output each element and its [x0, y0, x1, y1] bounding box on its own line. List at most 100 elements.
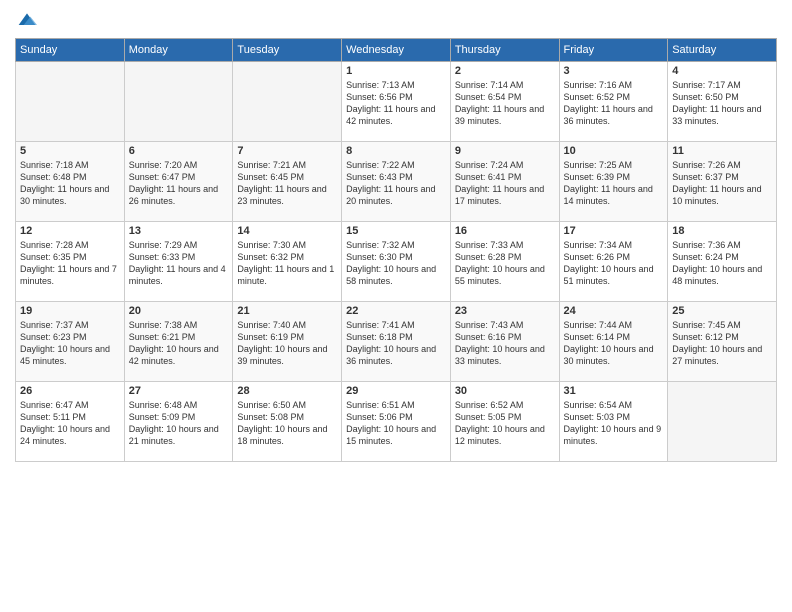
day-info: Sunrise: 7:37 AMSunset: 6:23 PMDaylight:…	[20, 319, 120, 368]
calendar-cell: 6 Sunrise: 7:20 AMSunset: 6:47 PMDaylight…	[124, 142, 233, 222]
calendar-cell: 23Sunrise: 7:43 AMSunset: 6:16 PMDayligh…	[450, 302, 559, 382]
day-info: Sunrise: 7:18 AMSunset: 6:48 PMDaylight:…	[20, 159, 120, 208]
day-number: 3	[564, 65, 664, 77]
day-number: 11	[672, 145, 772, 157]
day-info: Sunrise: 7:17 AMSunset: 6:50 PMDaylight:…	[672, 79, 772, 128]
day-number: 8	[346, 145, 446, 157]
logo-icon	[17, 10, 37, 30]
day-number: 29	[346, 385, 446, 397]
day-number: 2	[455, 65, 555, 77]
day-number: 20	[129, 305, 229, 317]
day-number: 23	[455, 305, 555, 317]
day-info: Sunrise: 7:22 AMSunset: 6:43 PMDaylight:…	[346, 159, 446, 208]
day-info: Sunrise: 6:54 AMSunset: 5:03 PMDaylight:…	[564, 399, 664, 448]
calendar-cell: 13 Sunrise: 7:29 AMSunset: 6:33 PMDayligh…	[124, 222, 233, 302]
calendar-cell: 8 Sunrise: 7:22 AMSunset: 6:43 PMDaylight…	[342, 142, 451, 222]
calendar-cell: 4Sunrise: 7:17 AMSunset: 6:50 PMDaylight…	[668, 62, 777, 142]
day-number: 9	[455, 145, 555, 157]
calendar-cell: 18 Sunrise: 7:36 AMSunset: 6:24 PMDayligh…	[668, 222, 777, 302]
day-number: 10	[564, 145, 664, 157]
calendar-cell: 15 Sunrise: 7:32 AMSunset: 6:30 PMDayligh…	[342, 222, 451, 302]
page: SundayMondayTuesdayWednesdayThursdayFrid…	[0, 0, 792, 612]
weekday-header-thursday: Thursday	[450, 39, 559, 62]
day-number: 17	[564, 225, 664, 237]
day-number: 24	[564, 305, 664, 317]
calendar-cell: 5 Sunrise: 7:18 AMSunset: 6:48 PMDaylight…	[16, 142, 125, 222]
calendar-cell: 10Sunrise: 7:25 AMSunset: 6:39 PMDayligh…	[559, 142, 668, 222]
calendar: SundayMondayTuesdayWednesdayThursdayFrid…	[15, 38, 777, 462]
day-number: 16	[455, 225, 555, 237]
day-info: Sunrise: 7:41 AMSunset: 6:18 PMDaylight:…	[346, 319, 446, 368]
calendar-cell: 16 Sunrise: 7:33 AMSunset: 6:28 PMDayligh…	[450, 222, 559, 302]
calendar-cell: 21 Sunrise: 7:40 AMSunset: 6:19 PMDayligh…	[233, 302, 342, 382]
calendar-cell: 26 Sunrise: 6:47 AMSunset: 5:11 PMDayligh…	[16, 382, 125, 462]
calendar-cell: 11 Sunrise: 7:26 AMSunset: 6:37 PMDayligh…	[668, 142, 777, 222]
day-number: 27	[129, 385, 229, 397]
day-info: Sunrise: 7:32 AMSunset: 6:30 PMDaylight:…	[346, 239, 446, 288]
day-number: 19	[20, 305, 120, 317]
calendar-cell: 19 Sunrise: 7:37 AMSunset: 6:23 PMDayligh…	[16, 302, 125, 382]
weekday-header-saturday: Saturday	[668, 39, 777, 62]
weekday-header-monday: Monday	[124, 39, 233, 62]
day-number: 15	[346, 225, 446, 237]
day-number: 12	[20, 225, 120, 237]
day-info: Sunrise: 7:33 AMSunset: 6:28 PMDaylight:…	[455, 239, 555, 288]
calendar-cell: 9 Sunrise: 7:24 AMSunset: 6:41 PMDaylight…	[450, 142, 559, 222]
calendar-cell: 17 Sunrise: 7:34 AMSunset: 6:26 PMDayligh…	[559, 222, 668, 302]
day-number: 28	[237, 385, 337, 397]
day-number: 6	[129, 145, 229, 157]
day-number: 30	[455, 385, 555, 397]
day-number: 13	[129, 225, 229, 237]
logo	[15, 10, 37, 30]
day-info: Sunrise: 7:38 AMSunset: 6:21 PMDaylight:…	[129, 319, 229, 368]
day-info: Sunrise: 7:20 AMSunset: 6:47 PMDaylight:…	[129, 159, 229, 208]
day-info: Sunrise: 7:24 AMSunset: 6:41 PMDaylight:…	[455, 159, 555, 208]
weekday-header-row: SundayMondayTuesdayWednesdayThursdayFrid…	[16, 39, 777, 62]
day-info: Sunrise: 7:34 AMSunset: 6:26 PMDaylight:…	[564, 239, 664, 288]
day-info: Sunrise: 6:48 AMSunset: 5:09 PMDaylight:…	[129, 399, 229, 448]
calendar-cell: 22 Sunrise: 7:41 AMSunset: 6:18 PMDayligh…	[342, 302, 451, 382]
day-info: Sunrise: 7:26 AMSunset: 6:37 PMDaylight:…	[672, 159, 772, 208]
day-number: 14	[237, 225, 337, 237]
week-row-5: 26 Sunrise: 6:47 AMSunset: 5:11 PMDayligh…	[16, 382, 777, 462]
day-info: Sunrise: 7:36 AMSunset: 6:24 PMDaylight:…	[672, 239, 772, 288]
day-info: Sunrise: 7:14 AMSunset: 6:54 PMDaylight:…	[455, 79, 555, 128]
day-number: 1	[346, 65, 446, 77]
day-info: Sunrise: 7:30 AMSunset: 6:32 PMDaylight:…	[237, 239, 337, 288]
day-info: Sunrise: 7:29 AMSunset: 6:33 PMDaylight:…	[129, 239, 229, 288]
week-row-4: 19 Sunrise: 7:37 AMSunset: 6:23 PMDayligh…	[16, 302, 777, 382]
day-number: 18	[672, 225, 772, 237]
calendar-cell: 28 Sunrise: 6:50 AMSunset: 5:08 PMDayligh…	[233, 382, 342, 462]
day-info: Sunrise: 6:51 AMSunset: 5:06 PMDaylight:…	[346, 399, 446, 448]
day-number: 7	[237, 145, 337, 157]
day-number: 22	[346, 305, 446, 317]
day-info: Sunrise: 6:47 AMSunset: 5:11 PMDaylight:…	[20, 399, 120, 448]
calendar-cell: 20 Sunrise: 7:38 AMSunset: 6:21 PMDayligh…	[124, 302, 233, 382]
calendar-cell: 1Sunrise: 7:13 AMSunset: 6:56 PMDaylight…	[342, 62, 451, 142]
week-row-1: 1Sunrise: 7:13 AMSunset: 6:56 PMDaylight…	[16, 62, 777, 142]
weekday-header-sunday: Sunday	[16, 39, 125, 62]
week-row-2: 5 Sunrise: 7:18 AMSunset: 6:48 PMDaylight…	[16, 142, 777, 222]
calendar-cell: 29 Sunrise: 6:51 AMSunset: 5:06 PMDayligh…	[342, 382, 451, 462]
calendar-cell: 12Sunrise: 7:28 AMSunset: 6:35 PMDayligh…	[16, 222, 125, 302]
day-info: Sunrise: 7:45 AMSunset: 6:12 PMDaylight:…	[672, 319, 772, 368]
day-info: Sunrise: 6:50 AMSunset: 5:08 PMDaylight:…	[237, 399, 337, 448]
calendar-cell: 7 Sunrise: 7:21 AMSunset: 6:45 PMDaylight…	[233, 142, 342, 222]
day-info: Sunrise: 7:16 AMSunset: 6:52 PMDaylight:…	[564, 79, 664, 128]
day-info: Sunrise: 7:21 AMSunset: 6:45 PMDaylight:…	[237, 159, 337, 208]
day-number: 31	[564, 385, 664, 397]
calendar-cell	[233, 62, 342, 142]
day-number: 26	[20, 385, 120, 397]
weekday-header-friday: Friday	[559, 39, 668, 62]
calendar-cell	[16, 62, 125, 142]
day-info: Sunrise: 6:52 AMSunset: 5:05 PMDaylight:…	[455, 399, 555, 448]
calendar-cell: 30 Sunrise: 6:52 AMSunset: 5:05 PMDayligh…	[450, 382, 559, 462]
day-number: 21	[237, 305, 337, 317]
day-info: Sunrise: 7:40 AMSunset: 6:19 PMDaylight:…	[237, 319, 337, 368]
day-number: 5	[20, 145, 120, 157]
header	[15, 10, 777, 30]
calendar-cell: 2 Sunrise: 7:14 AMSunset: 6:54 PMDaylight…	[450, 62, 559, 142]
calendar-cell	[668, 382, 777, 462]
calendar-cell: 25Sunrise: 7:45 AMSunset: 6:12 PMDayligh…	[668, 302, 777, 382]
day-info: Sunrise: 7:44 AMSunset: 6:14 PMDaylight:…	[564, 319, 664, 368]
